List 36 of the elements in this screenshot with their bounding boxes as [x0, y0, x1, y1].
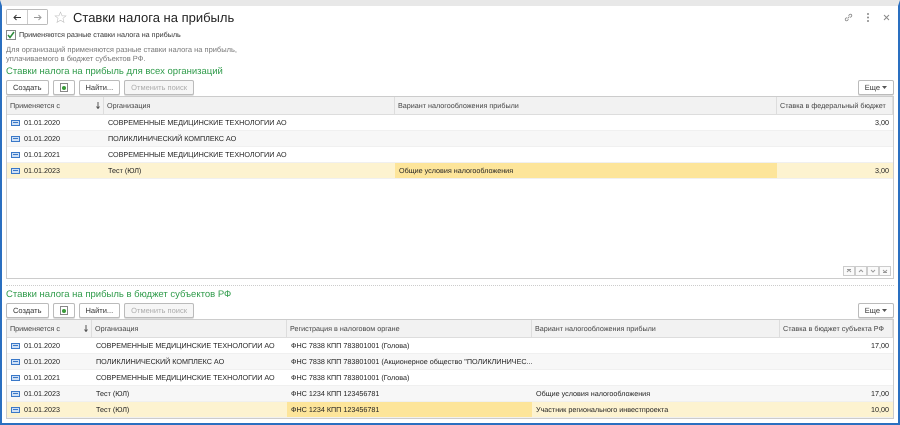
star-icon[interactable] [54, 10, 67, 24]
next-button[interactable] [867, 266, 879, 276]
record-icon [11, 152, 20, 158]
sort-arrow-icon [84, 325, 88, 332]
double-chevron-down-icon [882, 268, 888, 274]
section-title: Ставки налога на прибыль для всех организаций [6, 66, 224, 78]
checkbox[interactable] [6, 30, 16, 40]
sort-arrow-icon [96, 102, 100, 109]
copy-button[interactable] [52, 80, 75, 94]
caret-icon [882, 308, 887, 312]
chevron-up-icon [858, 268, 864, 274]
record-icon [11, 358, 20, 364]
arrow-left-icon [12, 14, 22, 20]
record-icon [11, 406, 20, 412]
double-chevron-up-icon [846, 268, 852, 274]
first-page-button[interactable] [843, 266, 855, 276]
previous-button[interactable] [855, 266, 867, 276]
record-icon [11, 168, 20, 174]
table-cell[interactable] [780, 354, 893, 370]
table-cell[interactable] [777, 131, 893, 147]
record-icon [11, 390, 20, 396]
section-title: Ставки налога на прибыль в бюджет субъектов РФ [6, 289, 232, 301]
last-page-button[interactable] [879, 266, 891, 276]
record-icon [11, 342, 20, 348]
record-icon [11, 374, 20, 380]
close-icon [883, 14, 890, 20]
caret-icon [882, 86, 887, 88]
add-document-icon [60, 306, 68, 314]
chevron-down-icon [870, 268, 876, 274]
add-document-icon [60, 82, 68, 92]
record-icon [11, 136, 20, 142]
link-icon [844, 12, 853, 22]
arrow-right-icon [33, 14, 42, 20]
record-icon [11, 120, 20, 126]
copy-button[interactable] [52, 302, 75, 318]
window-title: Ставки налога на прибыль [73, 10, 236, 24]
